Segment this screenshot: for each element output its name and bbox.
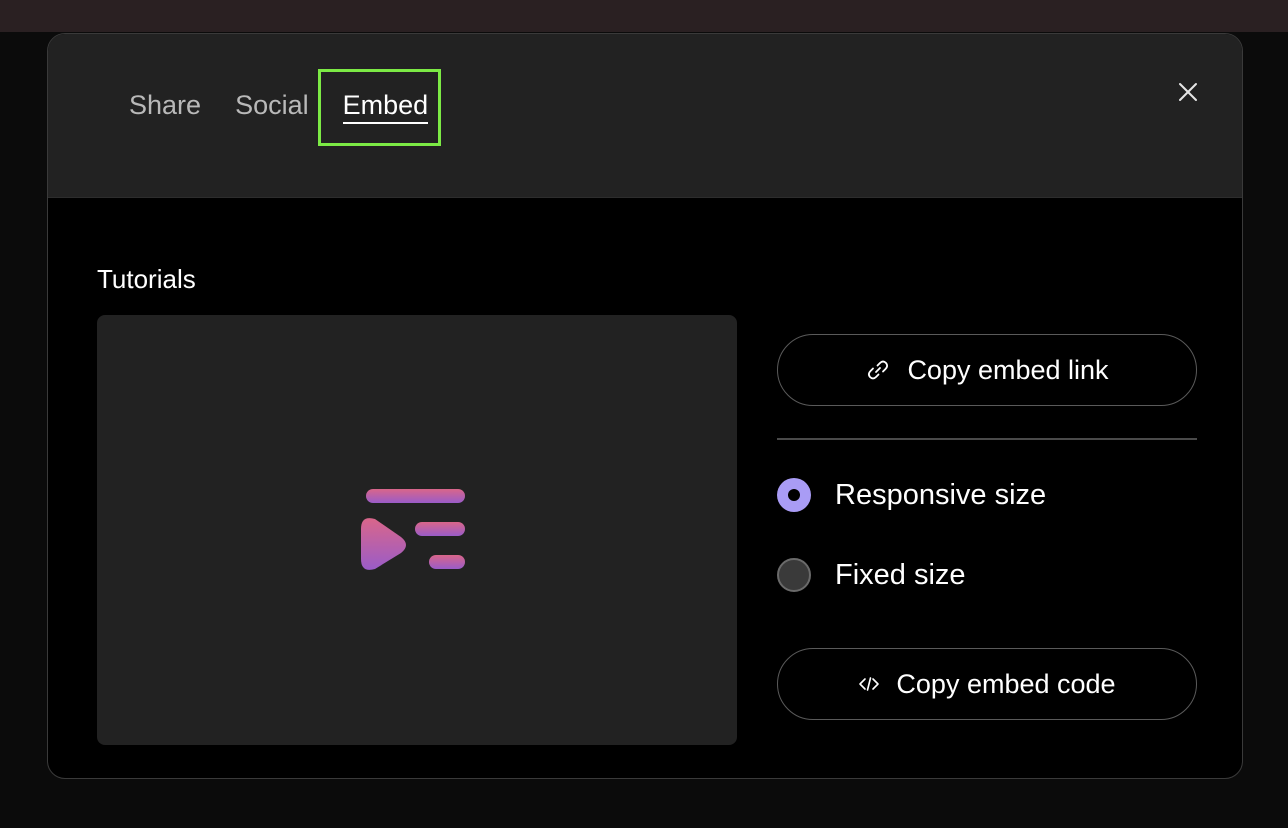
radio-fixed-label: Fixed size <box>835 558 966 591</box>
copy-embed-code-label: Copy embed code <box>896 668 1116 699</box>
tab-embed[interactable]: Embed <box>326 90 446 124</box>
close-icon <box>1179 83 1197 101</box>
copy-embed-link-button[interactable]: Copy embed link <box>777 334 1197 406</box>
playlist-play-icon <box>361 489 465 570</box>
radio-responsive-label: Responsive size <box>835 478 1047 511</box>
radio-fixed-size[interactable]: Fixed size <box>777 558 966 592</box>
section-title: Tutorials <box>97 264 196 294</box>
radio-responsive-indicator[interactable] <box>777 478 811 512</box>
copy-embed-code-button[interactable]: Copy embed code <box>777 648 1197 720</box>
close-button[interactable] <box>1172 76 1204 108</box>
radio-responsive-size[interactable]: Responsive size <box>777 478 1046 512</box>
link-icon <box>865 357 891 383</box>
copy-embed-link-label: Copy embed link <box>907 354 1109 385</box>
share-modal: Share Social Embed Tutorials Copy embed … <box>47 33 1243 779</box>
tab-social-label: Social <box>235 90 309 120</box>
backdrop-top-bar <box>0 0 1288 32</box>
tab-embed-label: Embed <box>342 90 429 124</box>
tab-share-label: Share <box>129 90 202 120</box>
code-icon <box>858 673 880 695</box>
options-divider <box>777 438 1197 440</box>
tab-share[interactable]: Share <box>112 90 218 120</box>
radio-fixed-indicator[interactable] <box>777 558 811 592</box>
modal-header: Share Social Embed <box>48 34 1242 198</box>
tab-bar: Share Social Embed <box>112 90 446 124</box>
tab-social[interactable]: Social <box>218 90 326 120</box>
embed-preview <box>97 315 737 745</box>
